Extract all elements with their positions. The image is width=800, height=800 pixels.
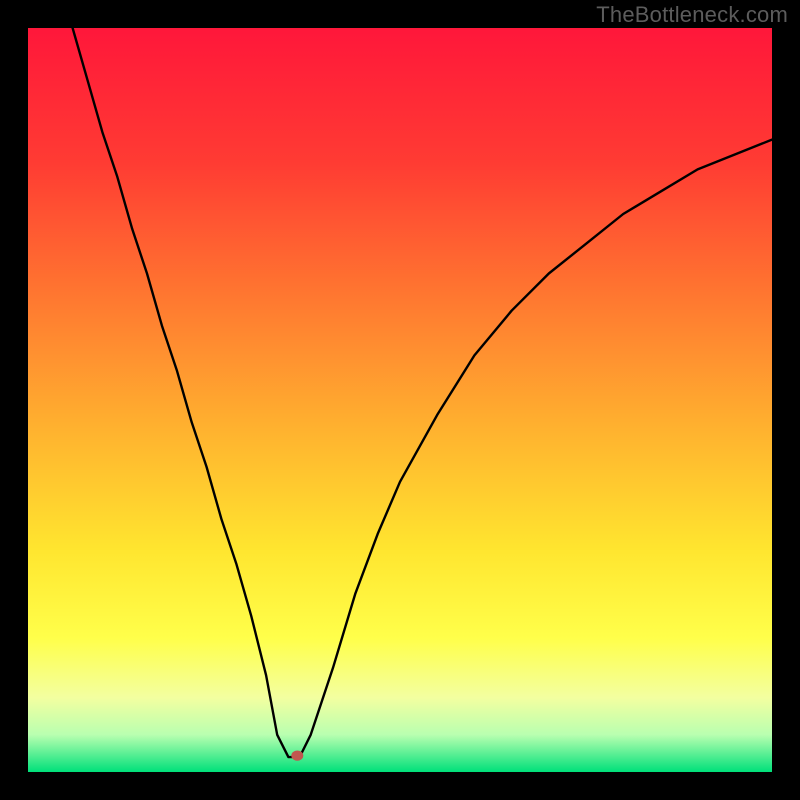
minimum-marker — [291, 751, 303, 761]
bottleneck-chart — [0, 0, 800, 800]
watermark-text: TheBottleneck.com — [596, 2, 788, 28]
plot-area — [28, 28, 772, 772]
chart-container: TheBottleneck.com — [0, 0, 800, 800]
